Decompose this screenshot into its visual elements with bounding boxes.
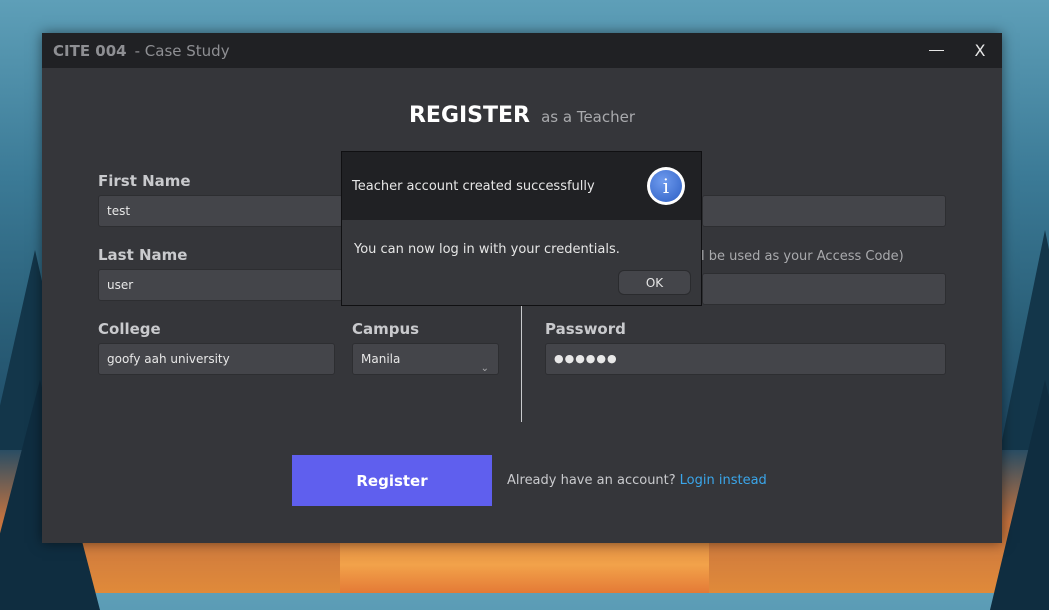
- college-label: College: [98, 320, 161, 338]
- page-heading: REGISTER as a Teacher: [42, 103, 1002, 128]
- dialog-message: You can now log in with your credentials…: [354, 242, 620, 257]
- login-instead-link[interactable]: Login instead: [680, 473, 767, 488]
- last-name-input[interactable]: [98, 269, 343, 301]
- right-top-input[interactable]: [702, 195, 946, 227]
- account-prompt-text: Already have an account?: [507, 473, 676, 488]
- app-title: CITE 004: [53, 41, 127, 60]
- right-mid-input[interactable]: [702, 273, 946, 305]
- campus-select[interactable]: Manila ⌄: [352, 343, 499, 375]
- page-subtitle: as a Teacher: [541, 108, 636, 126]
- campus-selected-value: Manila: [361, 352, 401, 366]
- minimize-button[interactable]: [914, 33, 958, 68]
- title-bar: CITE 004 - Case Study X: [42, 33, 1002, 68]
- last-name-label: Last Name: [98, 246, 188, 264]
- info-icon-letter: i: [650, 170, 682, 202]
- column-divider: [521, 305, 522, 422]
- password-input[interactable]: ●●●●●●: [545, 343, 946, 375]
- college-input[interactable]: [98, 343, 335, 375]
- ok-button[interactable]: OK: [618, 270, 691, 295]
- app-subtitle: - Case Study: [134, 41, 230, 60]
- info-icon: i: [647, 167, 685, 205]
- page-title: REGISTER: [408, 103, 531, 128]
- first-name-label: First Name: [98, 172, 191, 190]
- account-prompt: Already have an account? Login instead: [507, 473, 767, 488]
- info-dialog: Teacher account created successfully i Y…: [341, 151, 702, 306]
- chevron-down-icon: ⌄: [480, 363, 489, 374]
- campus-label: Campus: [352, 320, 420, 338]
- first-name-input[interactable]: [98, 195, 343, 227]
- register-button[interactable]: Register: [292, 455, 492, 506]
- dialog-header: Teacher account created successfully i: [342, 152, 701, 220]
- minimize-icon: [928, 50, 944, 51]
- close-button[interactable]: X: [958, 33, 1002, 68]
- dialog-title: Teacher account created successfully: [352, 179, 595, 194]
- password-label: Password: [545, 320, 626, 338]
- access-code-hint: l be used as your Access Code): [701, 249, 904, 264]
